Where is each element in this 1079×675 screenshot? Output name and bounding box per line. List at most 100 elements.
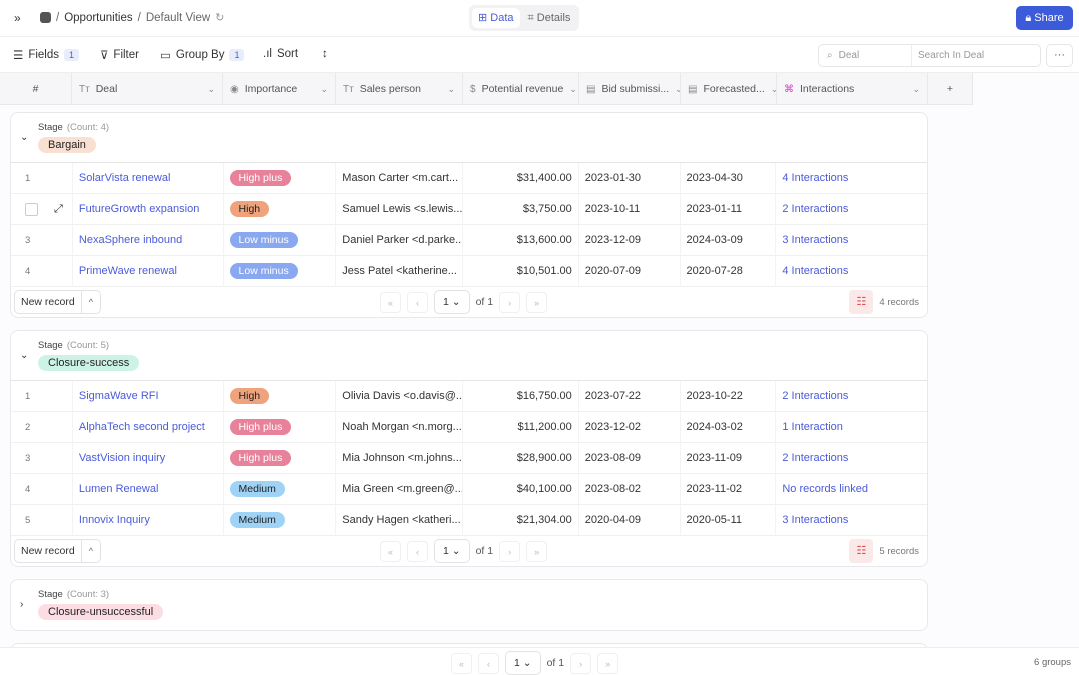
importance-cell[interactable]: Low minus <box>224 224 337 256</box>
sales-person-cell[interactable]: Sandy Hagen <katheri... <box>336 504 464 536</box>
first-page-button[interactable]: « <box>451 652 472 674</box>
revenue-cell[interactable]: $3,750.00 <box>463 193 579 225</box>
deal-cell[interactable]: NexaSphere inbound <box>73 224 224 256</box>
last-page-button[interactable]: » <box>526 540 548 562</box>
forecast-date-cell[interactable]: 2024-03-02 <box>681 411 777 443</box>
importance-cell[interactable]: Medium <box>224 473 337 505</box>
bid-date-cell[interactable]: 2023-12-09 <box>579 224 681 256</box>
search-field-select[interactable]: ⌕ Deal <box>819 45 912 66</box>
importance-cell[interactable]: High plus <box>224 442 337 474</box>
group-header[interactable]: › Stage (Count: 3) Closure-unsuccessful <box>11 580 927 630</box>
sales-person-cell[interactable]: Mia Green <m.green@... <box>336 473 464 505</box>
bid-date-cell[interactable]: 2023-10-11 <box>579 193 681 225</box>
prev-page-button[interactable]: ‹ <box>407 540 428 562</box>
importance-cell[interactable]: Medium <box>224 504 337 536</box>
bid-date-cell[interactable]: 2023-08-02 <box>579 473 681 505</box>
importance-cell[interactable]: High plus <box>224 162 337 194</box>
forecast-date-cell[interactable]: 2023-11-02 <box>681 473 777 505</box>
deal-cell[interactable]: SigmaWave RFI <box>73 380 224 412</box>
revenue-cell[interactable]: $21,304.00 <box>463 504 579 536</box>
bid-date-cell[interactable]: 2023-07-22 <box>579 380 681 412</box>
table-row[interactable]: 1 SigmaWave RFI High Olivia Davis <o.dav… <box>11 380 927 412</box>
group-header[interactable]: ⌄ Stage (Count: 4) Bargain <box>11 113 927 163</box>
importance-cell[interactable]: High plus <box>224 411 337 443</box>
interactions-link[interactable]: 2 Interactions <box>776 443 927 474</box>
revenue-cell[interactable]: $31,400.00 <box>463 162 579 194</box>
column-header-1[interactable]: Tт Deal ⌄ <box>72 73 223 105</box>
bid-date-cell[interactable]: 2023-08-09 <box>579 442 681 474</box>
importance-cell[interactable]: High <box>224 380 337 412</box>
revenue-cell[interactable]: $40,100.00 <box>463 473 579 505</box>
interactions-link[interactable]: 2 Interactions <box>776 194 927 225</box>
first-page-button[interactable]: « <box>380 540 401 562</box>
column-header-2[interactable]: ◉ Importance ⌄ <box>223 73 336 105</box>
page-select[interactable]: 1 ⌄ <box>434 290 470 314</box>
table-row[interactable]: 3 VastVision inquiry High plus Mia Johns… <box>11 442 927 474</box>
tab-data[interactable]: ⊞ Data <box>472 8 520 28</box>
row-checkbox[interactable] <box>25 202 38 216</box>
breadcrumb-view[interactable]: Default View <box>146 12 210 24</box>
revenue-cell[interactable]: $10,501.00 <box>463 255 579 287</box>
share-button[interactable]: 🔒︎ Share <box>1016 6 1073 30</box>
sales-person-cell[interactable]: Mia Johnson <m.johns... <box>336 442 464 474</box>
column-header-5[interactable]: ▤Bid submissi...⌄ <box>579 73 681 105</box>
table-row[interactable]: 1 SolarVista renewal High plus Mason Car… <box>11 162 927 194</box>
sort-button[interactable]: .ıl Sort <box>263 48 298 60</box>
column-header-7[interactable]: ⌘ Interactions ⌄ <box>777 73 928 105</box>
prev-page-button[interactable]: ‹ <box>407 291 428 313</box>
deal-cell[interactable]: Innovix Inquiry <box>73 504 224 536</box>
forecast-date-cell[interactable]: 2024-03-09 <box>681 224 777 256</box>
bid-date-cell[interactable]: 2020-07-09 <box>579 255 681 287</box>
filter-button[interactable]: ⊽ Filter <box>100 48 139 62</box>
breadcrumb-base[interactable]: Opportunities <box>64 12 132 24</box>
next-page-button[interactable]: › <box>570 652 592 674</box>
records-settings-icon[interactable]: ☷ <box>849 290 874 314</box>
new-record-button[interactable]: New record ^ <box>14 290 101 314</box>
deal-cell[interactable]: FutureGrowth expansion <box>73 193 224 225</box>
deal-cell[interactable]: SolarVista renewal <box>73 162 224 194</box>
last-page-button[interactable]: » <box>597 652 619 674</box>
interactions-link[interactable]: 1 Interaction <box>776 412 927 443</box>
search-input[interactable]: Search In Deal <box>912 45 990 66</box>
records-settings-icon[interactable]: ☷ <box>849 539 874 563</box>
sales-person-cell[interactable]: Jess Patel <katherine... <box>336 255 464 287</box>
bid-date-cell[interactable]: 2020-04-09 <box>579 504 681 536</box>
interactions-link[interactable]: No records linked <box>776 474 927 505</box>
chevron-down-icon[interactable]: ⌄ <box>20 350 28 361</box>
tab-details[interactable]: ⌗ Details <box>522 8 577 28</box>
chevron-down-icon[interactable]: ⌄ <box>20 132 28 143</box>
first-page-button[interactable]: « <box>380 291 401 313</box>
importance-cell[interactable]: High <box>224 193 337 225</box>
importance-cell[interactable]: Low minus <box>224 255 337 287</box>
more-options-button[interactable]: ··· <box>1046 44 1073 67</box>
revenue-cell[interactable]: $11,200.00 <box>463 411 579 443</box>
forecast-date-cell[interactable]: 2023-11-09 <box>681 442 777 474</box>
table-row[interactable]: 4 Lumen Renewal Medium Mia Green <m.gree… <box>11 473 927 505</box>
new-record-button[interactable]: New record ^ <box>14 539 101 563</box>
sales-person-cell[interactable]: Daniel Parker <d.parke... <box>336 224 464 256</box>
chevron-down-icon[interactable]: ⌄ <box>912 84 920 95</box>
chevron-up-icon[interactable]: ^ <box>80 291 100 313</box>
chevron-down-icon[interactable]: ⌄ <box>569 84 577 95</box>
revenue-cell[interactable]: $28,900.00 <box>463 442 579 474</box>
sales-person-cell[interactable]: Noah Morgan <n.morg... <box>336 411 464 443</box>
prev-page-button[interactable]: ‹ <box>478 652 499 674</box>
interactions-link[interactable]: 2 Interactions <box>776 381 927 412</box>
row-height-icon[interactable]: ↕ <box>322 48 328 60</box>
sales-person-cell[interactable]: Samuel Lewis <s.lewis... <box>336 193 464 225</box>
fields-button[interactable]: ☰ Fields 1 <box>13 48 80 62</box>
expand-record-icon[interactable]: ⤢ <box>54 203 63 216</box>
deal-cell[interactable]: VastVision inquiry <box>73 442 224 474</box>
page-select[interactable]: 1 ⌄ <box>434 539 470 563</box>
chevron-up-icon[interactable]: ^ <box>80 540 100 562</box>
chevron-right-icon[interactable]: › <box>20 599 23 610</box>
expand-sidebar-icon[interactable]: » <box>14 11 21 25</box>
table-row[interactable]: 2 AlphaTech second project High plus Noa… <box>11 411 927 443</box>
forecast-date-cell[interactable]: 2023-04-30 <box>681 162 777 194</box>
forecast-date-cell[interactable]: 2020-07-28 <box>681 255 777 287</box>
reload-icon[interactable]: ↻ <box>215 11 224 24</box>
bid-date-cell[interactable]: 2023-12-02 <box>579 411 681 443</box>
interactions-link[interactable]: 3 Interactions <box>776 225 927 256</box>
interactions-link[interactable]: 4 Interactions <box>776 163 927 194</box>
table-row[interactable]: 4 PrimeWave renewal Low minus Jess Patel… <box>11 255 927 287</box>
